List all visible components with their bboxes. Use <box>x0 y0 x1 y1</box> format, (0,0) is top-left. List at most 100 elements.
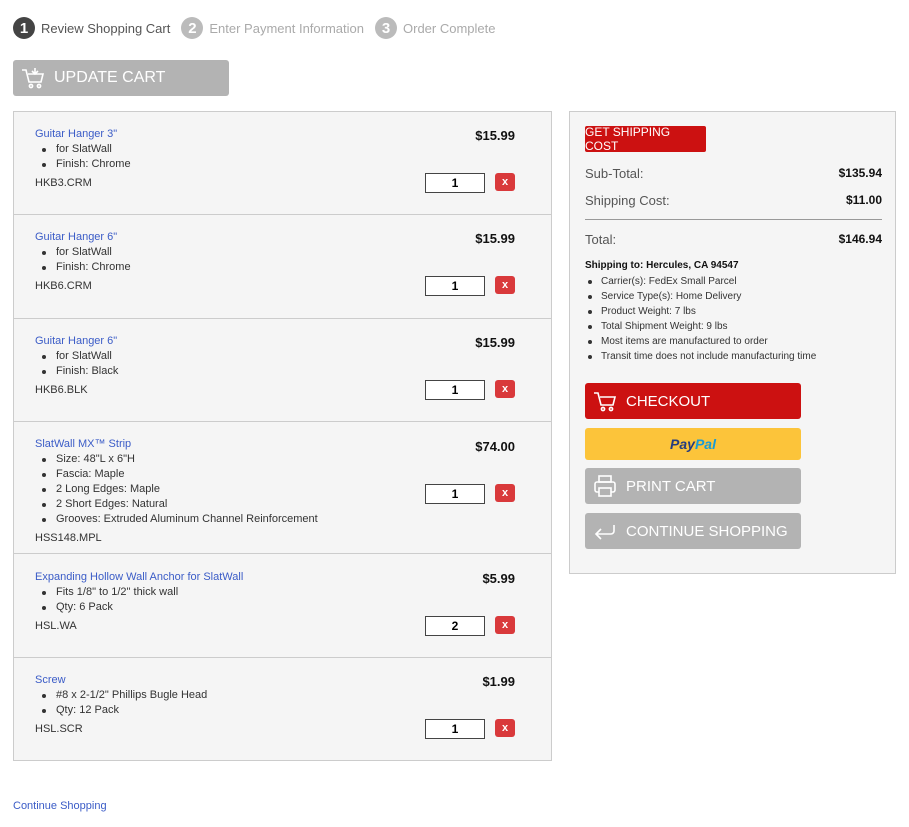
checkout-button[interactable]: CHECKOUT <box>585 383 801 419</box>
update-cart-button[interactable]: UPDATE CART <box>13 60 229 96</box>
item-detail: #8 x 2-1/2" Phillips Bugle Head <box>41 689 208 701</box>
item-price: $74.00 <box>475 439 515 454</box>
paypal-logo-pal: Pal <box>694 436 716 452</box>
quantity-input[interactable] <box>425 719 485 739</box>
item-details: for SlatWall Finish: Black <box>41 349 118 379</box>
item-price: $15.99 <box>475 231 515 246</box>
cart-icon <box>22 68 45 89</box>
subtotal-row: Sub-Total: $135.94 <box>585 166 882 181</box>
item-name-link[interactable]: Expanding Hollow Wall Anchor for SlatWal… <box>35 571 243 583</box>
checkout-steps: 1 Review Shopping Cart 2 Enter Payment I… <box>13 17 506 39</box>
remove-icon: x <box>501 279 509 291</box>
total-value: $146.94 <box>838 232 882 246</box>
shipping-detail: Product Weight: 7 lbs <box>587 304 816 319</box>
quantity-input[interactable] <box>425 380 485 400</box>
item-detail: Size: 48"L x 6"H <box>42 452 318 467</box>
item-price: $15.99 <box>475 128 515 143</box>
item-name-link[interactable]: Guitar Hanger 3" <box>35 128 117 140</box>
continue-shopping-button[interactable]: CONTINUE SHOPPING <box>585 513 801 549</box>
quantity-input[interactable] <box>425 276 485 296</box>
item-detail: for SlatWall <box>42 245 131 260</box>
shipping-cost-row: Shipping Cost: $11.00 <box>585 193 882 208</box>
quantity-input[interactable] <box>425 484 485 504</box>
item-price: $1.99 <box>482 674 515 689</box>
total-label: Total: <box>585 232 617 247</box>
shipping-detail: Total Shipment Weight: 9 lbs <box>587 319 816 334</box>
cart-icon <box>594 392 617 412</box>
continue-shopping-label: CONTINUE SHOPPING <box>626 522 788 540</box>
item-price: $15.99 <box>475 335 515 350</box>
item-details: #8 x 2-1/2" Phillips Bugle Head Qty: 12 … <box>41 688 208 718</box>
item-detail: 2 Long Edges: Maple <box>42 482 318 497</box>
remove-icon: x <box>501 487 509 499</box>
cart-item: Expanding Hollow Wall Anchor for SlatWal… <box>14 554 551 658</box>
subtotal-value: $135.94 <box>838 166 882 180</box>
item-name-link[interactable]: Screw <box>35 674 66 686</box>
step-label: Enter Payment Information <box>209 20 364 36</box>
step-complete: 3 Order Complete <box>375 17 495 39</box>
item-detail: Grooves: Extruded Aluminum Channel Reinf… <box>42 513 318 525</box>
shipping-detail: Transit time does not include manufactur… <box>587 351 817 362</box>
paypal-logo-pay: Pay <box>670 436 695 452</box>
remove-icon: x <box>501 619 509 631</box>
step-label: Review Shopping Cart <box>41 20 171 36</box>
total-row: Total: $146.94 <box>585 232 882 247</box>
cart-item: Guitar Hanger 6" for SlatWall Finish: Ch… <box>14 215 551 319</box>
step-label: Order Complete <box>403 20 496 36</box>
paypal-button[interactable]: Pay Pal <box>585 428 801 460</box>
remove-item-button[interactable]: x <box>495 380 515 398</box>
step-number: 1 <box>13 17 35 39</box>
item-detail: Fits 1/8" to 1/2" thick wall <box>41 586 179 598</box>
item-sku: HKB6.BLK <box>35 384 88 396</box>
print-cart-button[interactable]: PRINT CART <box>585 468 801 504</box>
return-arrow-icon <box>594 525 615 540</box>
checkout-label: CHECKOUT <box>626 392 711 410</box>
item-sku: HKB3.CRM <box>35 177 92 189</box>
remove-item-button[interactable]: x <box>495 173 515 191</box>
item-detail: 2 Short Edges: Natural <box>42 497 318 512</box>
item-detail: Finish: Chrome <box>42 261 131 273</box>
remove-icon: x <box>501 176 509 188</box>
item-name-link[interactable]: SlatWall MX™ Strip <box>35 438 131 450</box>
item-price: $5.99 <box>482 571 515 586</box>
cart-item: Guitar Hanger 6" for SlatWall Finish: Bl… <box>14 319 551 422</box>
shipping-detail: Most items are manufactured to order <box>587 334 816 349</box>
item-sku: HSL.WA <box>35 620 77 632</box>
quantity-input[interactable] <box>425 616 485 636</box>
step-number: 2 <box>181 17 204 39</box>
step-number: 3 <box>375 17 397 39</box>
item-detail: Fascia: Maple <box>42 467 318 482</box>
order-summary-panel: GET SHIPPING COST Sub-Total: $135.94 Shi… <box>569 111 896 574</box>
item-detail: Finish: Chrome <box>42 158 131 170</box>
item-sku: HKB6.CRM <box>35 280 92 292</box>
remove-item-button[interactable]: x <box>495 484 515 502</box>
summary-divider <box>585 219 882 220</box>
item-name-link[interactable]: Guitar Hanger 6" <box>35 335 117 347</box>
item-details: for SlatWall Finish: Chrome <box>42 245 131 275</box>
remove-item-button[interactable]: x <box>495 719 515 737</box>
step-payment: 2 Enter Payment Information <box>181 17 364 39</box>
cart-item: Guitar Hanger 3" for SlatWall Finish: Ch… <box>14 112 551 215</box>
item-detail: for SlatWall <box>42 142 131 157</box>
step-review-cart: 1 Review Shopping Cart <box>13 17 170 39</box>
remove-icon: x <box>501 383 509 395</box>
remove-item-button[interactable]: x <box>495 616 515 634</box>
quantity-input[interactable] <box>425 173 485 193</box>
get-shipping-cost-button[interactable]: GET SHIPPING COST <box>585 125 706 153</box>
shipping-detail: Carrier(s): FedEx Small Parcel <box>587 274 816 289</box>
cart-item: SlatWall MX™ Strip Size: 48"L x 6"H Fasc… <box>14 422 551 554</box>
item-name-link[interactable]: Guitar Hanger 6" <box>35 231 117 243</box>
shipping-detail: Service Type(s): Home Delivery <box>587 289 816 304</box>
item-detail: Qty: 12 Pack <box>41 703 207 718</box>
subtotal-label: Sub-Total: <box>585 166 644 181</box>
item-sku: HSL.SCR <box>35 723 83 735</box>
update-cart-label: UPDATE CART <box>54 69 166 86</box>
shipping-cost-value: $11.00 <box>845 193 882 207</box>
remove-item-button[interactable]: x <box>495 276 515 294</box>
item-detail: Qty: 6 Pack <box>41 600 178 615</box>
item-details: Size: 48"L x 6"H Fascia: Maple 2 Long Ed… <box>42 452 318 527</box>
cart-items-panel: Guitar Hanger 3" for SlatWall Finish: Ch… <box>13 111 552 761</box>
continue-shopping-link[interactable]: Continue Shopping <box>13 800 107 812</box>
print-cart-label: PRINT CART <box>626 477 716 495</box>
item-details: Fits 1/8" to 1/2" thick wall Qty: 6 Pack <box>41 585 179 615</box>
